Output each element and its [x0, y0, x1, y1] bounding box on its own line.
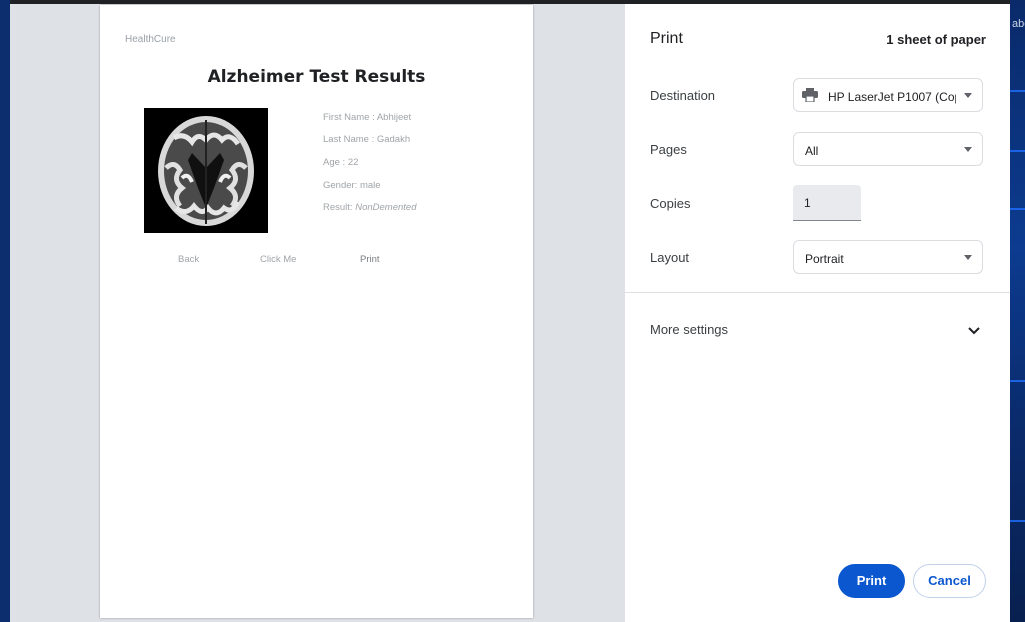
print-settings-panel: Print 1 sheet of paper Destination HP La…	[625, 4, 1010, 622]
print-button[interactable]: Print	[838, 564, 905, 598]
desktop-line	[1010, 208, 1025, 210]
result: Result: NonDemented	[323, 202, 416, 213]
desktop-line	[1010, 90, 1025, 92]
page-title: Alzheimer Test Results	[207, 67, 426, 87]
gender: Gender: male	[323, 180, 381, 191]
dropdown-caret-icon	[964, 93, 972, 98]
destination-select[interactable]: HP LaserJet P1007 (Copy	[793, 78, 983, 112]
desktop-line	[1010, 380, 1025, 382]
preview-back-button: Back	[178, 254, 200, 265]
layout-value: Portrait	[805, 252, 844, 266]
printer-icon	[802, 88, 818, 105]
dropdown-caret-icon	[964, 147, 972, 152]
result-value: NonDemented	[355, 202, 417, 213]
first-name: First Name : Abhijeet	[323, 112, 412, 123]
last-name: Last Name : Gadakh	[323, 134, 411, 145]
pages-select[interactable]: All	[793, 132, 983, 166]
preview-print-button: Print	[360, 254, 380, 265]
desktop-line	[1010, 520, 1025, 522]
cancel-button[interactable]: Cancel	[913, 564, 986, 598]
pages-label: Pages	[650, 142, 687, 157]
sheet-count: 1 sheet of paper	[886, 32, 986, 47]
printer-icon-graphic	[802, 88, 818, 103]
pages-value: All	[805, 144, 819, 158]
brand-name: HealthCure	[125, 34, 176, 45]
chevron-down-icon-graphic	[968, 327, 980, 335]
destination-label: Destination	[650, 88, 716, 103]
preview-click-me-button: Click Me	[260, 254, 297, 265]
age: Age : 22	[323, 157, 359, 168]
copies-label: Copies	[650, 196, 691, 211]
copies-value: 1	[804, 196, 811, 210]
more-settings-toggle[interactable]: More settings	[650, 322, 728, 337]
divider	[625, 292, 1010, 293]
desktop-edge-text: abe	[1012, 18, 1025, 30]
desktop-background-right: abe	[1010, 0, 1025, 622]
destination-value: HP LaserJet P1007 (Copy	[828, 90, 956, 104]
layout-select[interactable]: Portrait	[793, 240, 983, 274]
layout-label: Layout	[650, 250, 690, 265]
dropdown-caret-icon	[964, 255, 972, 260]
chevron-down-icon[interactable]	[968, 322, 980, 340]
result-label: Result:	[323, 202, 356, 213]
brain-scan-graphic	[144, 108, 268, 233]
desktop-background-left	[0, 0, 10, 622]
desktop-line	[1010, 150, 1025, 152]
brain-scan-image	[144, 108, 268, 233]
print-dialog-title: Print	[650, 30, 683, 47]
copies-input[interactable]: 1	[793, 185, 861, 221]
print-preview-area[interactable]: HealthCure Alzheimer Test Results First …	[10, 4, 625, 622]
preview-page: HealthCure Alzheimer Test Results First …	[100, 5, 533, 618]
